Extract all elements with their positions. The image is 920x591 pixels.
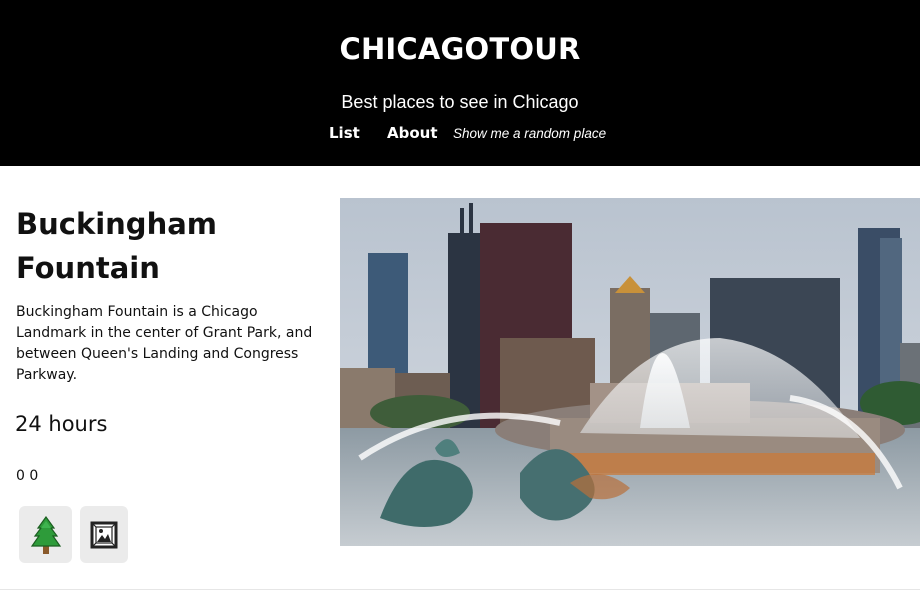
place-photo (340, 198, 920, 546)
nav-about-link[interactable]: About (387, 124, 438, 142)
tree-icon (30, 515, 61, 554)
divider (0, 589, 920, 590)
place-hours: 24 hours (15, 412, 108, 436)
nav-random-place-link[interactable]: Show me a random place (453, 126, 606, 141)
tag-picture-button[interactable] (80, 506, 128, 563)
place-detail: Buckingham Fountain Buckingham Fountain … (0, 166, 920, 591)
place-counts: 0 0 (16, 468, 39, 484)
main-nav: List About Show me a random place (0, 122, 920, 146)
framed-picture-icon (90, 521, 118, 548)
place-title: Buckingham Fountain (16, 207, 218, 285)
site-title[interactable]: CHICAGOTOUR (0, 32, 920, 66)
tag-tree-button[interactable] (19, 506, 72, 563)
nav-list-link[interactable]: List (329, 124, 360, 142)
site-header: CHICAGOTOUR Best places to see in Chicag… (0, 0, 920, 166)
place-description: Buckingham Fountain is a Chicago Landmar… (16, 304, 313, 383)
site-tagline: Best places to see in Chicago (341, 92, 579, 112)
